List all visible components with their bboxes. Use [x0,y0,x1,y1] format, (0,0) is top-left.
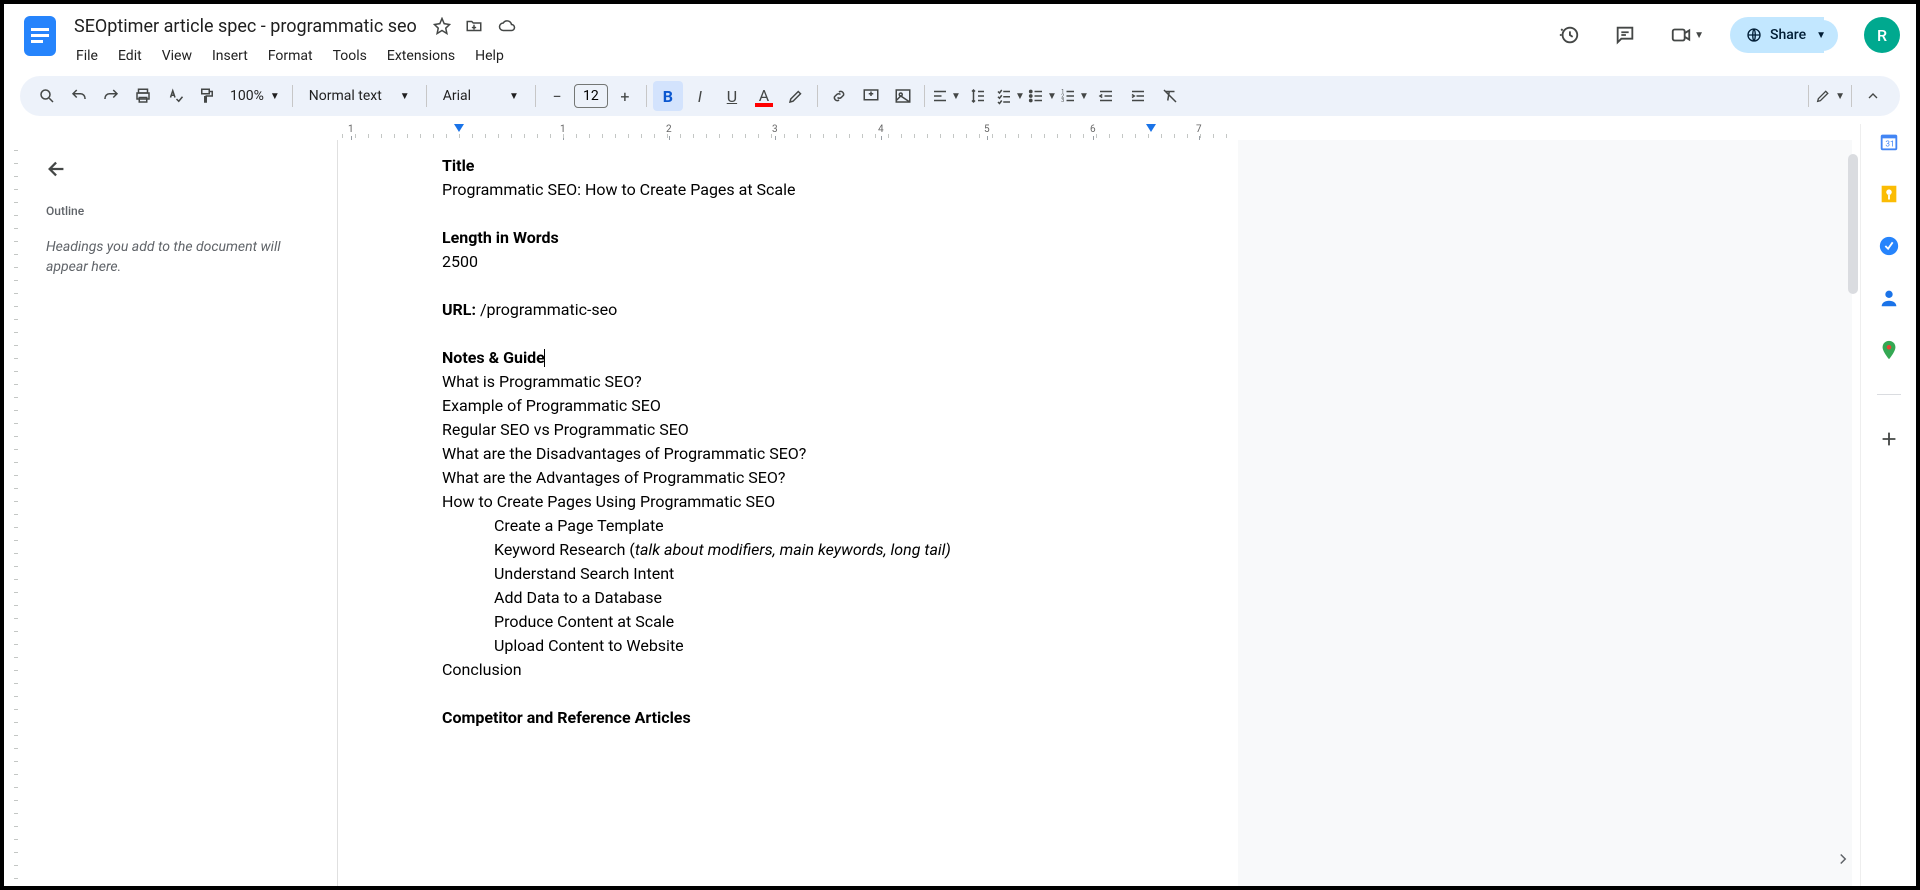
number-list-button[interactable]: 123▼ [1059,81,1089,111]
align-button[interactable]: ▼ [931,81,961,111]
text-cursor [544,349,545,367]
paint-format-icon[interactable] [192,81,222,111]
text-line: /programmatic-seo [480,300,617,319]
underline-button[interactable]: U [717,81,747,111]
meet-button[interactable]: ▼ [1662,16,1712,54]
text-line: What are the Disadvantages of Programmat… [442,442,1134,466]
menu-help[interactable]: Help [467,44,512,68]
globe-icon [1746,27,1762,43]
doc-title[interactable]: SEOptimer article spec - programmatic se… [68,14,423,39]
checklist-button[interactable]: ▼ [995,81,1025,111]
collapse-toolbar-button[interactable] [1858,81,1888,111]
indent-decrease-button[interactable] [1091,81,1121,111]
history-icon[interactable] [1550,16,1588,54]
print-icon[interactable] [128,81,158,111]
move-icon[interactable] [465,17,483,35]
menu-extensions[interactable]: Extensions [379,44,463,68]
tasks-icon[interactable] [1877,234,1901,258]
line-spacing-button[interactable] [963,81,993,111]
maps-icon[interactable] [1877,338,1901,362]
outline-back-icon[interactable] [46,158,313,180]
ruler-right-indent[interactable] [1146,124,1156,132]
text-line: Regular SEO vs Programmatic SEO [442,418,1134,442]
document-page[interactable]: Title Programmatic SEO: How to Create Pa… [338,140,1238,886]
heading-title: Title [442,154,1134,178]
heading-length: Length in Words [442,226,1134,250]
heading-notes: Notes & Guide [442,348,545,367]
outline-empty-text: Headings you add to the document will ap… [46,238,313,277]
text-line: Conclusion [442,658,1134,682]
header-right: ▼ Share ▼ R [1550,16,1900,54]
font-family-select[interactable]: Arial▼ [433,88,529,104]
contacts-icon[interactable] [1877,286,1901,310]
edit-mode-button[interactable]: ▼ [1815,81,1845,111]
outline-panel: Outline Headings you add to the document… [22,140,338,886]
cloud-status-icon[interactable] [497,17,517,35]
clear-format-button[interactable] [1155,81,1185,111]
text-line: Create a Page Template [442,514,1134,538]
font-size-decrease[interactable]: − [542,81,572,111]
scrollbar[interactable] [1848,154,1858,294]
menu-file[interactable]: File [68,44,106,68]
font-size-increase[interactable]: + [610,81,640,111]
paragraph-style-select[interactable]: Normal text▼ [299,88,420,104]
text-line: How to Create Pages Using Programmatic S… [442,490,1134,514]
text-line: Add Data to a Database [442,586,1134,610]
toolbar: 100% ▼ Normal text▼ Arial▼ − 12 + B I U … [20,76,1900,116]
svg-text:31: 31 [1885,140,1894,150]
zoom-select[interactable]: 100% ▼ [224,88,286,104]
menu-format[interactable]: Format [260,44,321,68]
heading-competitor: Competitor and Reference Articles [442,706,1134,730]
docs-logo[interactable] [20,12,60,60]
redo-icon[interactable] [96,81,126,111]
share-label: Share [1770,27,1806,43]
undo-icon[interactable] [64,81,94,111]
menu-tools[interactable]: Tools [325,44,375,68]
svg-text:3: 3 [1061,98,1064,104]
text-line: Keyword Research (talk about modifiers, … [442,538,1134,562]
font-size-input[interactable]: 12 [574,84,608,108]
addons-icon[interactable] [1877,427,1901,451]
avatar[interactable]: R [1864,17,1900,53]
star-icon[interactable] [433,17,451,35]
menu-edit[interactable]: Edit [110,44,150,68]
share-dropdown[interactable]: ▼ [1808,20,1838,51]
content-area: 1 1 2 3 4 5 6 7 Outline Headings you add… [4,124,1916,886]
title-area: SEOptimer article spec - programmatic se… [68,12,1550,68]
link-button[interactable] [824,81,854,111]
heading-url: URL: [442,300,480,319]
text-color-button[interactable]: A [749,81,779,111]
bullet-list-button[interactable]: ▼ [1027,81,1057,111]
highlight-button[interactable] [781,81,811,111]
expand-side-icon[interactable] [1834,850,1852,868]
text-line: What are the Advantages of Programmatic … [442,466,1134,490]
text-line: Understand Search Intent [442,562,1134,586]
keep-icon[interactable] [1877,182,1901,206]
vertical-ruler[interactable] [10,140,22,886]
text-line: Produce Content at Scale [442,610,1134,634]
ruler-left-indent[interactable] [454,124,464,132]
text-line: Upload Content to Website [442,634,1134,658]
image-button[interactable] [888,81,918,111]
indent-increase-button[interactable] [1123,81,1153,111]
outline-title: Outline [46,204,313,218]
text-line: 2500 [442,250,1134,274]
comment-button[interactable] [856,81,886,111]
text-line: Programmatic SEO: How to Create Pages at… [442,178,1134,202]
text-line: What is Programmatic SEO? [442,370,1134,394]
menu-insert[interactable]: Insert [204,44,256,68]
italic-button[interactable]: I [685,81,715,111]
horizontal-ruler[interactable]: 1 1 2 3 4 5 6 7 [22,124,1852,140]
menubar: File Edit View Insert Format Tools Exten… [68,44,1550,68]
side-panel: 31 [1860,124,1916,886]
document-content[interactable]: Title Programmatic SEO: How to Create Pa… [442,154,1134,730]
menu-view[interactable]: View [154,44,200,68]
search-icon[interactable] [32,81,62,111]
header: SEOptimer article spec - programmatic se… [4,4,1916,76]
calendar-icon[interactable]: 31 [1877,130,1901,154]
spellcheck-icon[interactable] [160,81,190,111]
comments-icon[interactable] [1606,16,1644,54]
text-line: Example of Programmatic SEO [442,394,1134,418]
bold-button[interactable]: B [653,81,683,111]
